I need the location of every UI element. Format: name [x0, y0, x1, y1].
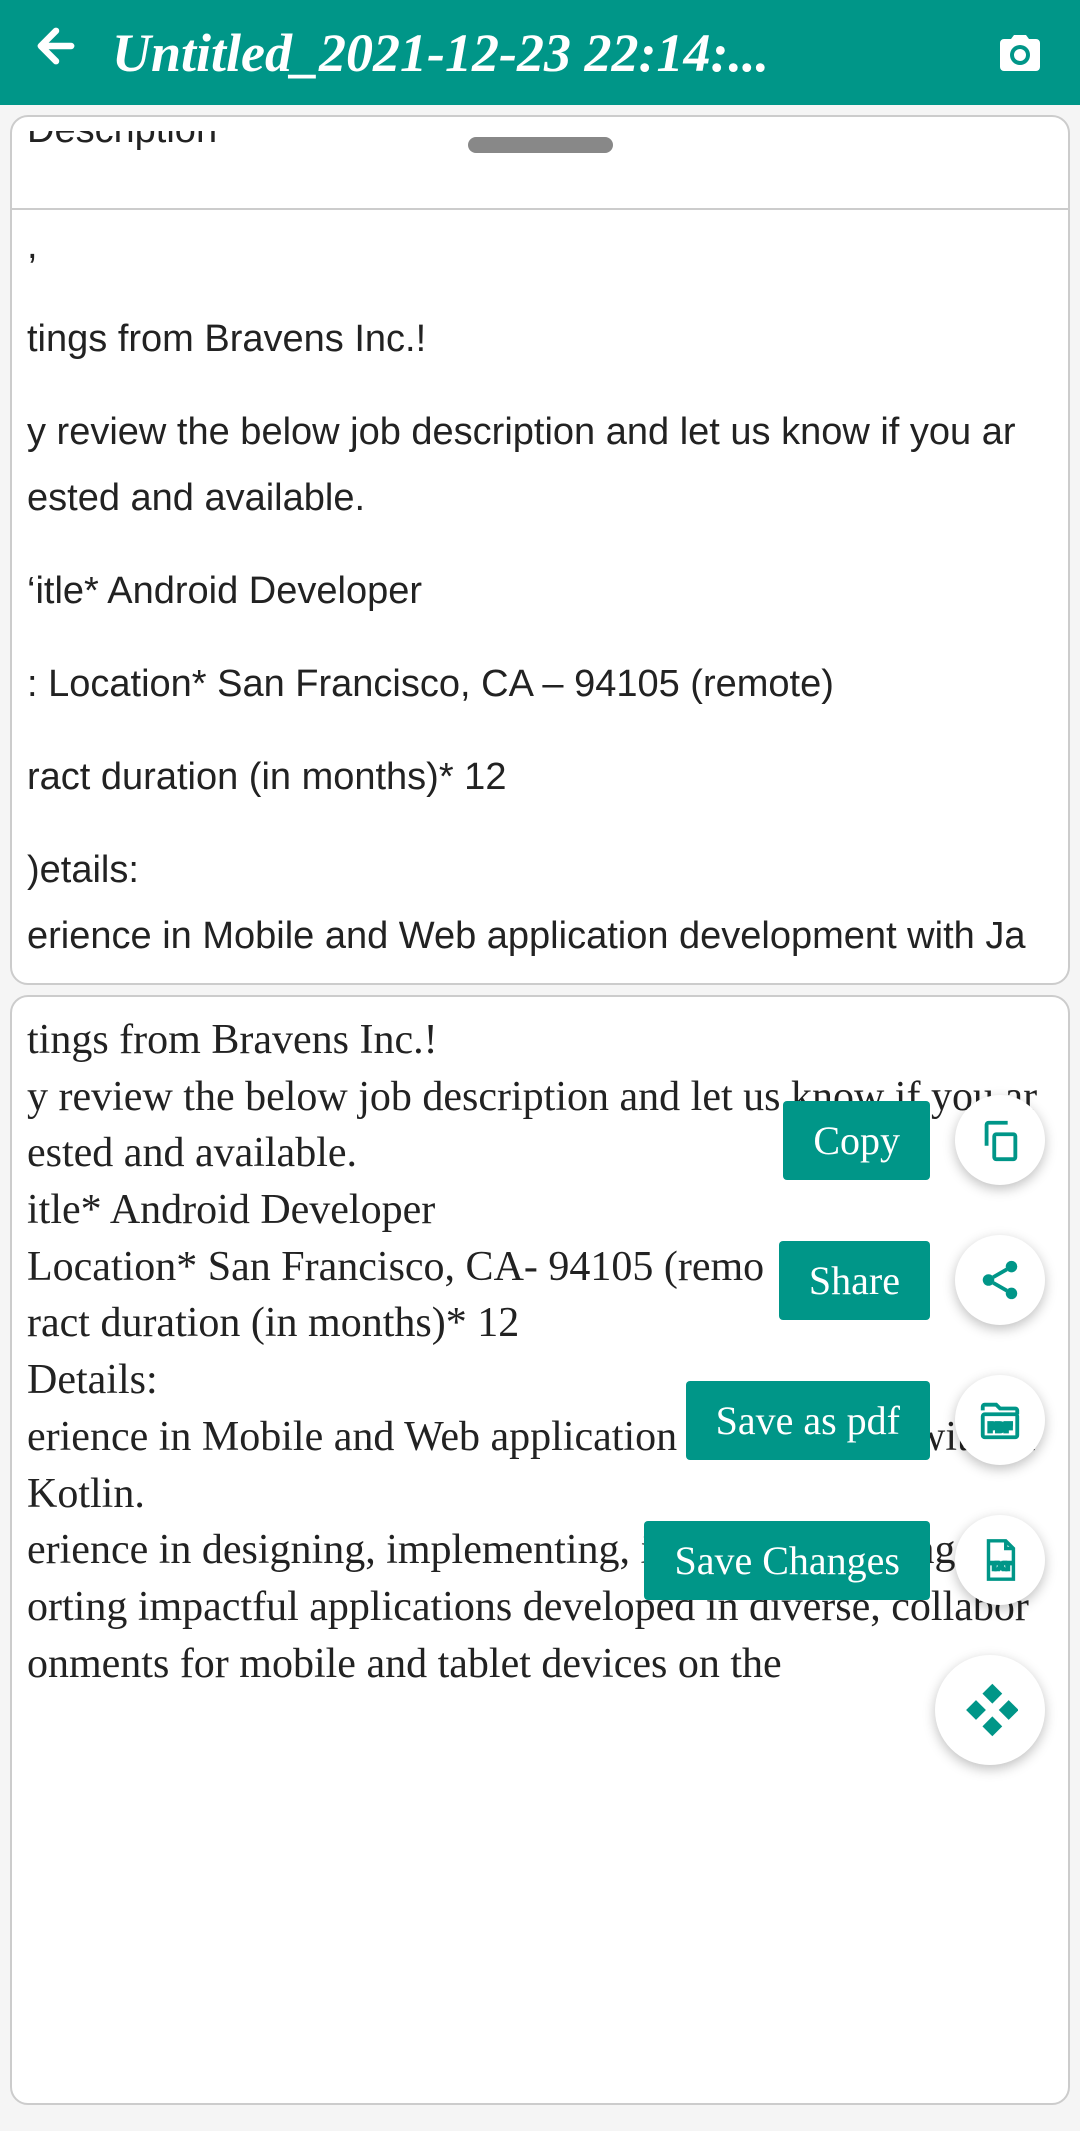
pdf-icon: PDF — [977, 1397, 1023, 1443]
app-header: Untitled_2021-12-23 22:14:... — [0, 0, 1080, 105]
camera-icon[interactable] — [990, 29, 1050, 77]
cutoff-text: Description — [12, 131, 1068, 161]
diamond-grid-icon — [962, 1682, 1018, 1738]
fab-main-row — [644, 1655, 1045, 1765]
ocr-source-text: , tings from Bravens Inc.! y review the … — [12, 208, 1068, 985]
copy-button[interactable] — [955, 1095, 1045, 1185]
image-preview-panel: Description , tings from Bravens Inc.! y… — [10, 115, 1070, 985]
back-button[interactable] — [30, 20, 82, 85]
svg-text:PDF: PDF — [989, 1423, 1012, 1435]
text-line: tings from Bravens Inc.! — [27, 1012, 1053, 1069]
share-button[interactable] — [955, 1235, 1045, 1325]
share-label: Share — [779, 1241, 930, 1320]
page-title: Untitled_2021-12-23 22:14:... — [112, 22, 960, 84]
save-pdf-button[interactable]: PDF — [955, 1375, 1045, 1465]
fab-save-row: Save Changes TXT — [644, 1515, 1045, 1605]
fab-copy-row: Copy — [644, 1095, 1045, 1185]
save-label: Save Changes — [644, 1521, 930, 1600]
copy-label: Copy — [783, 1101, 930, 1180]
copy-icon — [977, 1117, 1023, 1163]
pdf-label: Save as pdf — [686, 1381, 930, 1460]
svg-text:TXT: TXT — [991, 1561, 1011, 1573]
fab-share-row: Share — [644, 1235, 1045, 1325]
save-txt-button[interactable]: TXT — [955, 1515, 1045, 1605]
fab-menu: Copy Share Save as pdf PDF Save Chan — [644, 1095, 1045, 1765]
fab-main-button[interactable] — [935, 1655, 1045, 1765]
share-icon — [977, 1257, 1023, 1303]
fab-pdf-row: Save as pdf PDF — [644, 1375, 1045, 1465]
txt-icon: TXT — [977, 1537, 1023, 1583]
